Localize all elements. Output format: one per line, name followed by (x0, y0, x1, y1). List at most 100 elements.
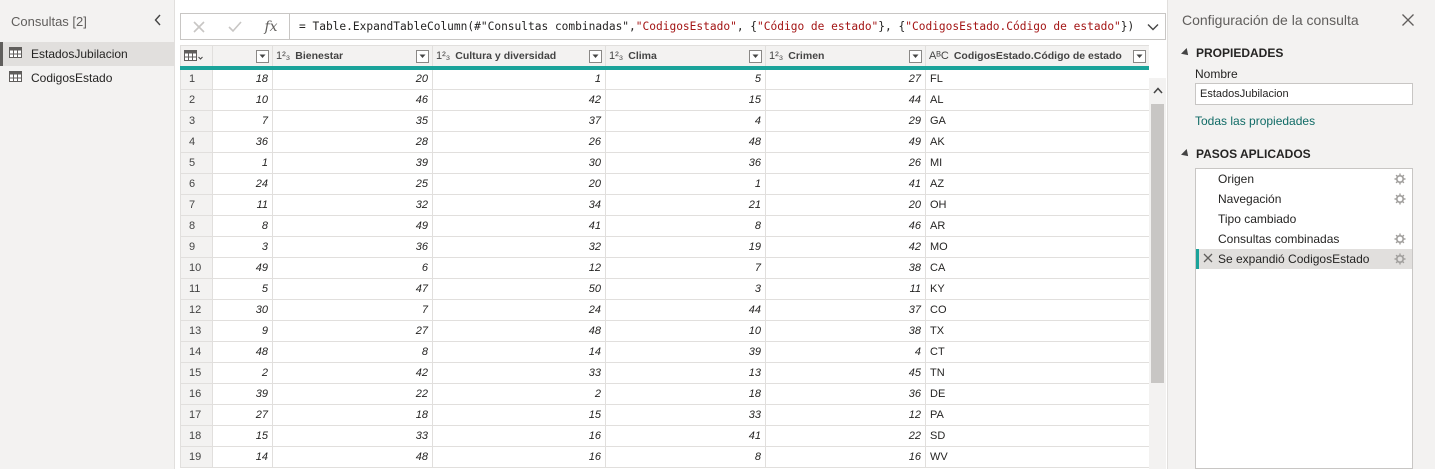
table-cell[interactable]: 16 (765, 445, 926, 468)
table-cell[interactable]: 47 (272, 277, 433, 300)
table-cell[interactable]: GA (925, 109, 1149, 132)
table-cell[interactable]: 37 (765, 298, 926, 321)
table-cell[interactable]: 32 (432, 235, 606, 258)
table-menu-button[interactable] (180, 45, 213, 70)
table-cell[interactable]: DE (925, 382, 1149, 405)
table-cell[interactable]: 24 (432, 298, 606, 321)
gear-icon[interactable] (1394, 193, 1406, 205)
table-cell[interactable]: 39 (605, 340, 766, 363)
table-cell[interactable]: 22 (765, 424, 926, 447)
row-number[interactable]: 11 (180, 277, 213, 300)
applied-step[interactable]: Consultas combinadas (1196, 229, 1412, 249)
query-item[interactable]: EstadosJubilacion (0, 42, 174, 66)
table-cell[interactable]: PA (925, 403, 1149, 426)
commit-formula-icon[interactable] (217, 14, 253, 39)
table-cell[interactable]: 36 (605, 151, 766, 174)
table-cell[interactable]: 5 (605, 67, 766, 90)
applied-step[interactable]: Se expandió CodigosEstado (1196, 249, 1412, 269)
table-cell[interactable]: 11 (212, 193, 273, 216)
row-number[interactable]: 13 (180, 319, 213, 342)
row-number[interactable]: 7 (180, 193, 213, 216)
data-type-icon[interactable]: 1²₃ (436, 50, 450, 62)
table-cell[interactable]: 7 (272, 298, 433, 321)
table-cell[interactable]: 10 (212, 88, 273, 111)
table-cell[interactable]: KY (925, 277, 1149, 300)
table-cell[interactable]: 11 (765, 277, 926, 300)
table-cell[interactable]: 9 (212, 319, 273, 342)
table-cell[interactable]: 49 (765, 130, 926, 153)
column-header[interactable]: AᴮC CodigosEstado.Código de estado (925, 45, 1149, 70)
table-cell[interactable]: 28 (272, 130, 433, 153)
table-cell[interactable]: 34 (432, 193, 606, 216)
table-cell[interactable]: 36 (272, 235, 433, 258)
table-cell[interactable]: 35 (272, 109, 433, 132)
table-cell[interactable]: 7 (212, 109, 273, 132)
table-cell[interactable]: 20 (272, 67, 433, 90)
scroll-thumb[interactable] (1151, 104, 1164, 383)
vertical-scrollbar[interactable] (1149, 78, 1166, 469)
applied-step[interactable]: Origen (1196, 169, 1412, 189)
table-cell[interactable]: 37 (432, 109, 606, 132)
table-cell[interactable]: 18 (272, 403, 433, 426)
table-cell[interactable]: 2 (432, 382, 606, 405)
gear-icon[interactable] (1394, 233, 1406, 245)
table-cell[interactable]: 6 (272, 256, 433, 279)
table-cell[interactable]: 48 (272, 445, 433, 468)
table-cell[interactable]: 41 (765, 172, 926, 195)
row-number[interactable]: 10 (180, 256, 213, 279)
table-cell[interactable]: 27 (212, 403, 273, 426)
table-cell[interactable]: 41 (605, 424, 766, 447)
row-number[interactable]: 3 (180, 109, 213, 132)
table-cell[interactable]: 39 (272, 151, 433, 174)
table-cell[interactable]: SD (925, 424, 1149, 447)
fx-icon[interactable]: fx (253, 19, 289, 35)
table-cell[interactable]: 4 (765, 340, 926, 363)
table-cell[interactable]: 32 (272, 193, 433, 216)
filter-dropdown-icon[interactable] (1133, 49, 1146, 63)
data-type-icon[interactable]: 1²₃ (609, 50, 623, 62)
gear-icon[interactable] (1394, 173, 1406, 185)
delete-step-icon[interactable] (1203, 252, 1217, 266)
table-cell[interactable]: MO (925, 235, 1149, 258)
properties-section-header[interactable]: PROPIEDADES (1181, 46, 1283, 60)
index-column-header[interactable] (212, 45, 273, 70)
table-cell[interactable]: 46 (765, 214, 926, 237)
filter-dropdown-icon[interactable] (256, 49, 269, 63)
data-type-icon[interactable]: AᴮC (929, 50, 949, 62)
table-cell[interactable]: 44 (605, 298, 766, 321)
table-cell[interactable]: 49 (272, 214, 433, 237)
table-cell[interactable]: 36 (765, 382, 926, 405)
table-cell[interactable]: FL (925, 67, 1149, 90)
applied-step[interactable]: Navegación (1196, 189, 1412, 209)
table-cell[interactable]: 8 (605, 214, 766, 237)
table-cell[interactable]: CO (925, 298, 1149, 321)
row-number[interactable]: 8 (180, 214, 213, 237)
table-cell[interactable]: 7 (605, 256, 766, 279)
table-cell[interactable]: WV (925, 445, 1149, 468)
column-header[interactable]: 1²₃ Bienestar (272, 45, 433, 70)
table-cell[interactable]: 48 (432, 319, 606, 342)
table-cell[interactable]: 38 (765, 319, 926, 342)
table-cell[interactable]: AK (925, 130, 1149, 153)
steps-section-header[interactable]: PASOS APLICADOS (1181, 147, 1311, 161)
filter-dropdown-icon[interactable] (416, 49, 429, 63)
table-cell[interactable]: 49 (212, 256, 273, 279)
table-cell[interactable]: 2 (212, 361, 273, 384)
table-cell[interactable]: 8 (212, 214, 273, 237)
table-cell[interactable]: 27 (272, 319, 433, 342)
table-cell[interactable]: 33 (432, 361, 606, 384)
table-cell[interactable]: TX (925, 319, 1149, 342)
table-cell[interactable]: 20 (765, 193, 926, 216)
table-cell[interactable]: CT (925, 340, 1149, 363)
table-cell[interactable]: 42 (765, 235, 926, 258)
table-cell[interactable]: MI (925, 151, 1149, 174)
table-cell[interactable]: 45 (765, 361, 926, 384)
filter-dropdown-icon[interactable] (749, 49, 762, 63)
table-cell[interactable]: AR (925, 214, 1149, 237)
table-cell[interactable]: 30 (432, 151, 606, 174)
table-cell[interactable]: 1 (432, 67, 606, 90)
table-cell[interactable]: 8 (272, 340, 433, 363)
table-cell[interactable]: AL (925, 88, 1149, 111)
table-cell[interactable]: 33 (605, 403, 766, 426)
row-number[interactable]: 5 (180, 151, 213, 174)
